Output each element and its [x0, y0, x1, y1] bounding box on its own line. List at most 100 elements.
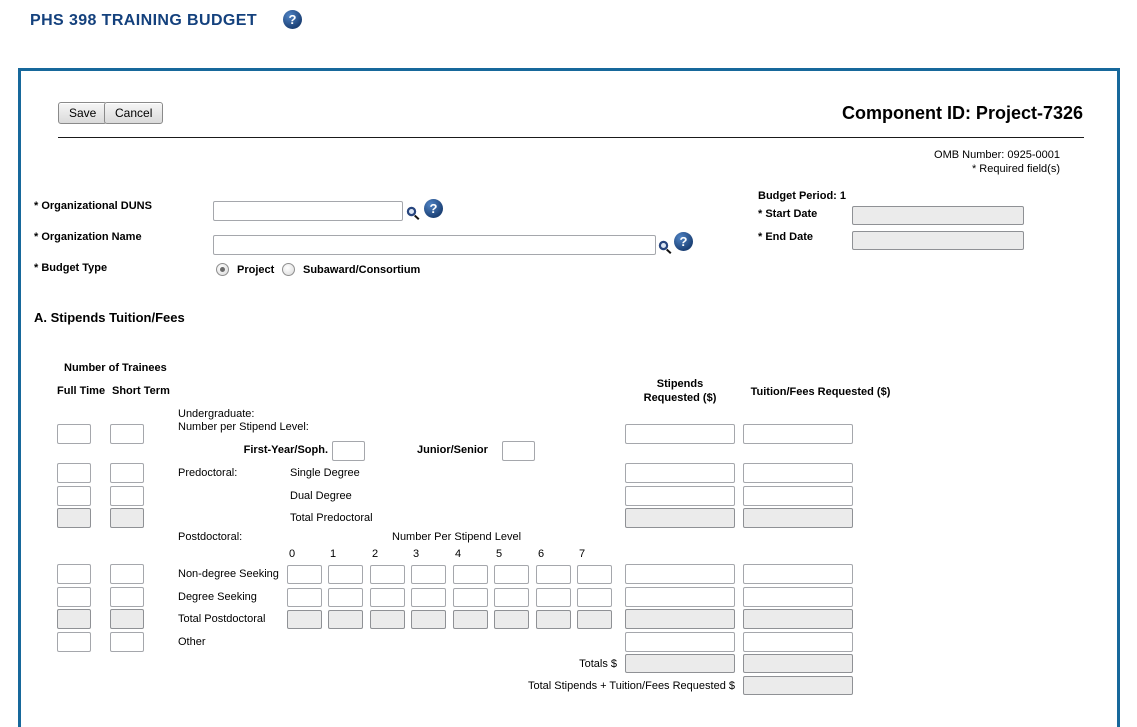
non-degree-seeking-label: Non-degree Seeking — [178, 568, 279, 580]
degree-fulltime-input[interactable] — [57, 587, 91, 607]
stipend-level-6: 6 — [538, 548, 544, 560]
degree-level-7-input[interactable] — [577, 588, 612, 607]
cancel-button[interactable]: Cancel — [104, 102, 163, 124]
nondegree-fulltime-input[interactable] — [57, 564, 91, 584]
total-postdoc-level-2-input — [370, 610, 405, 629]
other-fulltime-input[interactable] — [57, 632, 91, 652]
nondegree-level-7-input[interactable] — [577, 565, 612, 584]
totals-label: Totals $ — [540, 658, 617, 670]
save-button[interactable]: Save — [58, 102, 107, 124]
help-icon[interactable]: ? — [424, 199, 443, 218]
single-degree-stipends-input[interactable] — [625, 463, 735, 483]
degree-level-4-input[interactable] — [453, 588, 488, 607]
nondegree-level-0-input[interactable] — [287, 565, 322, 584]
nondegree-level-6-input[interactable] — [536, 565, 571, 584]
single-degree-label: Single Degree — [290, 467, 360, 479]
short-term-header: Short Term — [112, 385, 170, 397]
full-time-header: Full Time — [57, 385, 105, 397]
totals-tuition-input — [743, 654, 853, 673]
single-degree-tuition-input[interactable] — [743, 463, 853, 483]
total-postdoc-level-0-input — [287, 610, 322, 629]
undergrad-tuition-input[interactable] — [743, 424, 853, 444]
predoctoral-label: Predoctoral: — [178, 467, 237, 479]
budget-type-radio-project[interactable] — [216, 263, 229, 276]
degree-level-1-input[interactable] — [328, 588, 363, 607]
page: PHS 398 TRAINING BUDGET ? Save Cancel Co… — [0, 0, 1137, 727]
nondegree-level-2-input[interactable] — [370, 565, 405, 584]
first-year-input[interactable] — [332, 441, 365, 461]
component-id: Component ID: Project-7326 — [842, 103, 1083, 124]
nondegree-level-5-input[interactable] — [494, 565, 529, 584]
search-icon[interactable] — [658, 240, 673, 255]
duns-input[interactable] — [213, 201, 403, 221]
postdoctoral-label: Postdoctoral: — [178, 531, 242, 543]
degree-seeking-label: Degree Seeking — [178, 591, 257, 603]
total-predoc-shortterm-input — [110, 508, 144, 528]
start-date-label: * Start Date — [758, 208, 817, 220]
other-label: Other — [178, 636, 206, 648]
budget-type-option-project: Project — [237, 264, 274, 276]
nondegree-level-1-input[interactable] — [328, 565, 363, 584]
undergrad-shortterm-input[interactable] — [110, 424, 144, 444]
help-icon[interactable]: ? — [283, 10, 302, 29]
degree-level-0-input[interactable] — [287, 588, 322, 607]
required-note: * Required field(s) — [934, 162, 1060, 176]
header-divider — [58, 137, 1084, 138]
total-postdoc-level-4-input — [453, 610, 488, 629]
junior-senior-input[interactable] — [502, 441, 535, 461]
degree-level-2-input[interactable] — [370, 588, 405, 607]
total-predoc-fulltime-input — [57, 508, 91, 528]
total-postdoc-level-3-input — [411, 610, 446, 629]
total-postdoc-level-7-input — [577, 610, 612, 629]
stipend-level-7: 7 — [579, 548, 585, 560]
dual-degree-stipends-input[interactable] — [625, 486, 735, 506]
undergrad-stipends-input[interactable] — [625, 424, 735, 444]
nondegree-shortterm-input[interactable] — [110, 564, 144, 584]
budget-type-option-subaward: Subaward/Consortium — [303, 264, 420, 276]
dual-degree-shortterm-input[interactable] — [110, 486, 144, 506]
total-postdoc-level-1-input — [328, 610, 363, 629]
stipend-level-0: 0 — [289, 548, 295, 560]
org-name-input[interactable] — [213, 235, 656, 255]
single-degree-fulltime-input[interactable] — [57, 463, 91, 483]
junior-senior-label: Junior/Senior — [417, 444, 488, 456]
dual-degree-label: Dual Degree — [290, 490, 352, 502]
help-icon[interactable]: ? — [674, 232, 693, 251]
other-stipends-input[interactable] — [625, 632, 735, 652]
undergrad-fulltime-input[interactable] — [57, 424, 91, 444]
end-date-label: * End Date — [758, 231, 813, 243]
nondegree-tuition-input[interactable] — [743, 564, 853, 584]
other-shortterm-input[interactable] — [110, 632, 144, 652]
degree-level-6-input[interactable] — [536, 588, 571, 607]
degree-shortterm-input[interactable] — [110, 587, 144, 607]
nondegree-level-3-input[interactable] — [411, 565, 446, 584]
stipend-level-5: 5 — [496, 548, 502, 560]
other-tuition-input[interactable] — [743, 632, 853, 652]
total-postdoc-fulltime-input — [57, 609, 91, 629]
total-postdoc-stipends-input — [625, 609, 735, 629]
budget-type-radio-subaward[interactable] — [282, 263, 295, 276]
degree-level-5-input[interactable] — [494, 588, 529, 607]
undergraduate-label: Undergraduate: — [178, 408, 254, 420]
number-per-stipend-level-header: Number Per Stipend Level — [392, 531, 521, 543]
section-a-title: A. Stipends Tuition/Fees — [34, 310, 185, 325]
degree-stipends-input[interactable] — [625, 587, 735, 607]
stipend-level-4: 4 — [455, 548, 461, 560]
dual-degree-fulltime-input[interactable] — [57, 486, 91, 506]
budget-type-label: * Budget Type — [34, 262, 107, 274]
total-postdoc-shortterm-input — [110, 609, 144, 629]
totals-stipends-input — [625, 654, 735, 673]
single-degree-shortterm-input[interactable] — [110, 463, 144, 483]
omb-number: OMB Number: 0925-0001 — [934, 148, 1060, 162]
end-date-input — [852, 231, 1024, 250]
dual-degree-tuition-input[interactable] — [743, 486, 853, 506]
nondegree-stipends-input[interactable] — [625, 564, 735, 584]
degree-level-3-input[interactable] — [411, 588, 446, 607]
degree-tuition-input[interactable] — [743, 587, 853, 607]
total-predoc-tuition-input — [743, 508, 853, 528]
search-icon[interactable] — [406, 206, 421, 221]
total-postdoc-level-6-input — [536, 610, 571, 629]
nondegree-level-4-input[interactable] — [453, 565, 488, 584]
page-title: PHS 398 TRAINING BUDGET — [30, 12, 257, 30]
budget-period-label: Budget Period: 1 — [758, 190, 846, 202]
